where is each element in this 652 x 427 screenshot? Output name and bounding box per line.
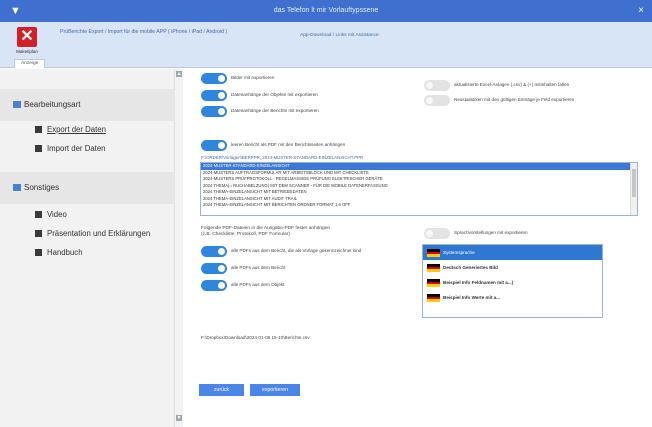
- close-icon[interactable]: ×: [638, 4, 644, 18]
- toggle-object-attachments[interactable]: [201, 90, 227, 101]
- back-button[interactable]: zurück: [199, 384, 244, 396]
- list-item[interactable]: 2024 THEMA-EINZELANSICHT MIT BERICHTEN O…: [201, 202, 637, 209]
- window-titlebar: ▼ das Telefon lt mir Vorlauftypssene ×: [0, 0, 652, 22]
- toggle-report-attachments[interactable]: [201, 106, 227, 117]
- toggle-label: aktualisierte Excel-Anlagen (.csv) & (+)…: [454, 82, 570, 87]
- toggle-export-images[interactable]: [201, 73, 227, 84]
- toggle-label: alle PDFs aus dem Bericht: [231, 265, 286, 270]
- language-item[interactable]: Beispiel Info Feldnamen mit a...): [423, 275, 602, 290]
- toggle-label: Neustatistiken mit den gültigen Einträge…: [454, 97, 575, 102]
- sidebar-item-handbook[interactable]: Handbuch: [35, 248, 83, 258]
- exit-button[interactable]: ✕ Maketiplan: [10, 27, 44, 63]
- language-listbox[interactable]: Systemsprache Deutsch Generiertes Bild B…: [422, 244, 603, 318]
- list-scrollbar[interactable]: [630, 163, 637, 215]
- pdf-attach-line-2: (z.B. Checkliste, Protokoll, PDF Formula…: [201, 232, 291, 237]
- book-icon: [35, 248, 42, 256]
- sidebar-item-import[interactable]: Import der Daten: [35, 144, 106, 154]
- pdf-attach-description: Folgende PDF-Dateien in die Ausgabe-PDF …: [201, 226, 330, 238]
- toggle-pdf-report[interactable]: [201, 263, 227, 274]
- sidebar-section-sonstiges[interactable]: Sonstiges: [0, 172, 175, 204]
- section-label: Bearbeitungsart: [24, 100, 81, 109]
- tab-anzeige[interactable]: Anzeige: [14, 59, 46, 68]
- german-flag-icon: [427, 294, 440, 303]
- toggle-pdf-object[interactable]: [201, 280, 227, 291]
- template-listbox[interactable]: 2024-MUSTER-STANDARD-EINZELANSICHT 2024-…: [200, 162, 638, 216]
- language-item[interactable]: Beispiel Info Werte mit a...: [423, 290, 602, 305]
- toggle-label: Bilder mit exportieren: [231, 75, 275, 80]
- ribbon: ✕ Maketiplan PrüBerichte Export / Import…: [0, 22, 652, 68]
- scroll-down-icon[interactable]: ▼: [176, 415, 182, 421]
- section-square-icon: [13, 184, 21, 191]
- sidebar-item-video[interactable]: Video: [35, 210, 67, 220]
- close-x-icon: ✕: [17, 27, 37, 47]
- language-label: Systemsprache: [443, 250, 475, 255]
- toggle-new-statistics[interactable]: [424, 95, 450, 106]
- window-title: das Telefon lt mir Vorlauftypssene: [273, 7, 379, 14]
- section-label: Sonstiges: [24, 183, 60, 192]
- ribbon-info-text: PrüBerichte Export / Import für die mobi…: [60, 29, 228, 35]
- toggle-excel-attachments[interactable]: [424, 80, 450, 91]
- export-file-path: F:\Dropbox\Download\2024-01-08 15-10\Ber…: [201, 335, 310, 340]
- toggle-label: leeren Bericht als PDF mit den Berichtss…: [231, 142, 346, 147]
- sidebar-item-label: Handbuch: [47, 248, 83, 257]
- scroll-up-icon[interactable]: ▲: [176, 71, 182, 77]
- sidebar-item-label: Import der Daten: [47, 144, 106, 153]
- sidebar-section-bearbeitungsart[interactable]: Bearbeitungsart: [0, 89, 175, 121]
- presentation-icon: [35, 229, 42, 237]
- exit-label: Maketiplan: [16, 49, 38, 54]
- language-item-system[interactable]: Systemsprache: [423, 245, 602, 260]
- german-flag-icon: [427, 249, 440, 258]
- toggle-label: Datenanhänge der Berichte mit exportiere…: [231, 108, 319, 113]
- toggle-pdf-template[interactable]: [201, 246, 227, 257]
- toggle-label: Datenanhänge der Objekte mit exportieren: [231, 92, 318, 97]
- sidebar-item-label: Export der Daten: [47, 125, 106, 134]
- language-label: Deutsch Generiertes Bild: [443, 265, 498, 270]
- document-icon: [35, 144, 42, 152]
- scroll-thumb[interactable]: [632, 169, 636, 197]
- toggle-label: Sprachvorstellungen mit exportieren: [454, 230, 528, 235]
- ribbon-link[interactable]: App-Download / Links mit Assistance: [300, 33, 379, 38]
- export-button[interactable]: exportieren: [250, 384, 300, 396]
- template-path: F:\ORDER\Vorlagen\BERPPR_2024-MUSTER-STA…: [201, 155, 364, 160]
- video-icon: [35, 210, 42, 218]
- language-label: Beispiel Info Werte mit a...: [443, 295, 501, 300]
- toggle-empty-report-pdf[interactable]: [201, 140, 227, 151]
- sidebar-item-presentation[interactable]: Präsentation und Erklärungen: [35, 229, 150, 239]
- german-flag-icon: [427, 279, 440, 288]
- document-icon: [35, 125, 42, 133]
- sidebar: Bearbeitungsart Export der Daten Import …: [0, 69, 175, 427]
- toggle-language-settings[interactable]: [424, 228, 450, 239]
- toggle-label: alle PDFs aus dem Objekt: [231, 282, 285, 287]
- language-label: Beispiel Info Feldnamen mit a...): [443, 280, 514, 285]
- sidebar-item-label: Video: [47, 210, 67, 219]
- sidebar-item-export[interactable]: Export der Daten: [35, 125, 106, 135]
- sidebar-scrollbar[interactable]: ▲ ▼: [175, 69, 183, 427]
- toggle-label: alle PDFs aus dem Bericht, die als Vorla…: [231, 248, 362, 253]
- section-square-icon: [13, 101, 21, 108]
- german-flag-icon: [427, 264, 440, 273]
- sidebar-item-label: Präsentation und Erklärungen: [47, 229, 151, 238]
- language-item[interactable]: Deutsch Generiertes Bild: [423, 260, 602, 275]
